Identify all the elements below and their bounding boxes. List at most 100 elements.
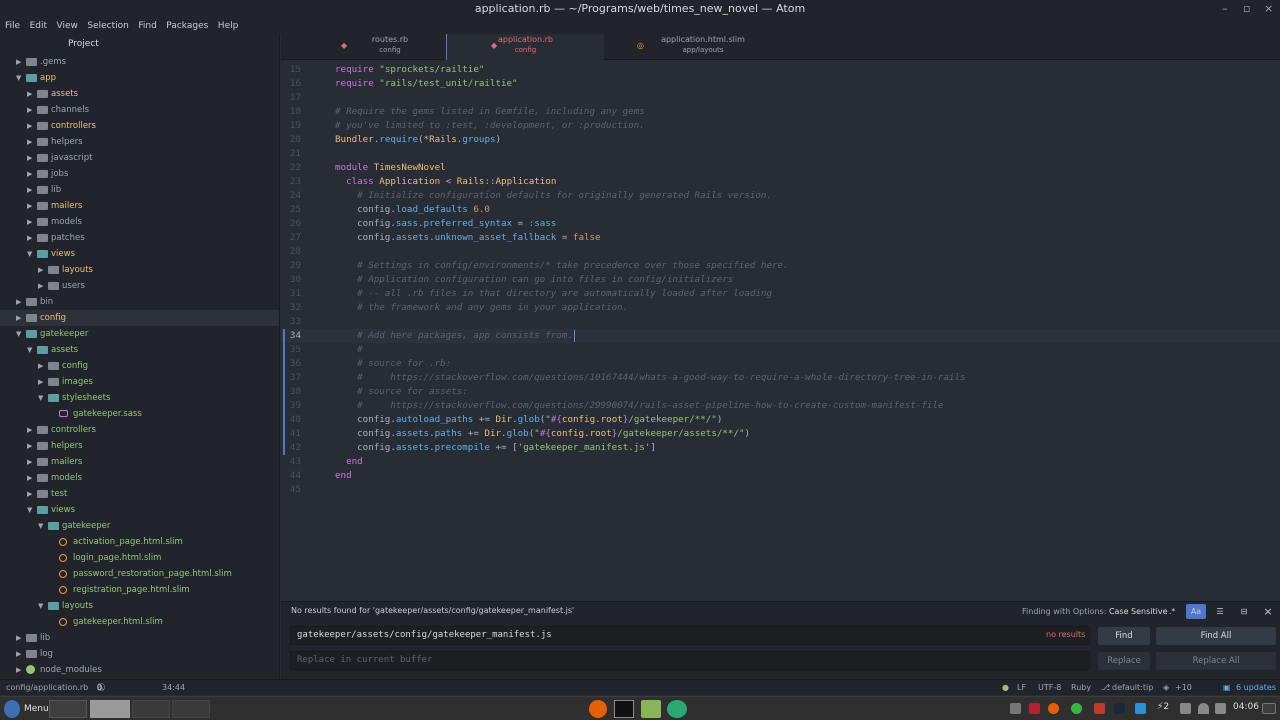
replace-all-button[interactable]: Replace All xyxy=(1156,652,1276,670)
tree-item[interactable]: ▼ gatekeeper xyxy=(0,326,279,342)
code-line[interactable]: 36 # source for .rb: xyxy=(281,357,1280,371)
maximize-icon[interactable]: ▫ xyxy=(1243,0,1250,18)
firefox-icon[interactable] xyxy=(589,700,607,718)
tree-item[interactable]: registration_page.html.slim xyxy=(0,582,279,598)
chevron-right-icon[interactable]: ▶ xyxy=(38,262,43,278)
tree-item[interactable]: ▶ config xyxy=(0,358,279,374)
code-line[interactable]: 30 # Application configuration can go in… xyxy=(281,273,1280,287)
chevron-right-icon[interactable]: ▶ xyxy=(27,118,32,134)
regex-toggle-button[interactable]: .* xyxy=(1162,604,1182,619)
tree-item[interactable]: ▶ controllers xyxy=(0,118,279,134)
chevron-right-icon[interactable]: ▶ xyxy=(27,438,32,454)
workspace-indicator-icon[interactable]: ⚡2 xyxy=(1157,702,1169,712)
whole-word-toggle-button[interactable]: ⊟ xyxy=(1234,604,1254,619)
chevron-right-icon[interactable]: ▶ xyxy=(16,646,21,662)
chrome-tray-icon[interactable] xyxy=(1071,703,1082,714)
code-line[interactable]: 42 config.assets.precompile += ['gatekee… xyxy=(281,441,1280,455)
show-desktop-icon[interactable] xyxy=(1262,703,1276,714)
replace-input[interactable]: Replace in current buffer xyxy=(290,651,1090,670)
find-all-button[interactable]: Find All xyxy=(1156,627,1276,645)
minimize-icon[interactable]: – xyxy=(1222,0,1228,18)
code-line[interactable]: 41 config.assets.paths += Dir.glob("#{co… xyxy=(281,427,1280,441)
code-editor[interactable]: 15 require "sprockets/railtie" 16 require "… xyxy=(281,60,1280,601)
firefox-tray-icon[interactable] xyxy=(1048,703,1059,714)
code-line[interactable]: 16 require "rails/test_unit/railtie" xyxy=(281,77,1280,91)
chevron-right-icon[interactable]: ▶ xyxy=(27,134,32,150)
tree-item[interactable]: ▶ node_modules xyxy=(0,662,279,678)
tray-app-2-icon[interactable] xyxy=(1135,703,1146,714)
tree-item[interactable]: ▶ .gems xyxy=(0,54,279,70)
chevron-down-icon[interactable]: ▼ xyxy=(38,518,43,534)
code-line[interactable]: 18 # Require the gems listed in Gemfile, … xyxy=(281,105,1280,119)
menu-find[interactable]: Find xyxy=(133,18,156,34)
chevron-right-icon[interactable]: ▶ xyxy=(27,214,32,230)
chevron-right-icon[interactable]: ▶ xyxy=(38,374,43,390)
code-line[interactable]: 45 xyxy=(281,483,1280,497)
chevron-right-icon[interactable]: ▶ xyxy=(27,470,32,486)
menu-help[interactable]: Help xyxy=(213,18,239,34)
tree-item[interactable]: ▼ stylesheets xyxy=(0,390,279,406)
code-line[interactable]: 33 xyxy=(281,315,1280,329)
code-line[interactable]: 15 require "sprockets/railtie" xyxy=(281,63,1280,77)
chevron-right-icon[interactable]: ▶ xyxy=(27,182,32,198)
code-line[interactable]: 22 module TimesNewNovel xyxy=(281,161,1280,175)
code-line[interactable]: 19 # you've limited to :test, :developmen… xyxy=(281,119,1280,133)
workspace-1[interactable] xyxy=(49,700,87,718)
tray-app-icon[interactable] xyxy=(1094,703,1105,714)
tree-item[interactable]: ▶ controllers xyxy=(0,422,279,438)
tree-item[interactable]: ▶ lib xyxy=(0,182,279,198)
diff-count[interactable]: +10 xyxy=(1175,680,1192,695)
tree-item[interactable]: ▶ mailers xyxy=(0,198,279,214)
code-line[interactable]: 40 config.autoload_paths += Dir.glob("#{… xyxy=(281,413,1280,427)
clipboard-icon[interactable] xyxy=(1180,703,1191,714)
code-line[interactable]: 25 config.load_defaults 6.0 xyxy=(281,203,1280,217)
grammar-selector[interactable]: Ruby xyxy=(1071,680,1091,695)
chevron-right-icon[interactable]: ▶ xyxy=(27,86,32,102)
branch-name[interactable]: default:tip xyxy=(1112,680,1153,695)
chevron-right-icon[interactable]: ▶ xyxy=(16,630,21,646)
tree-item[interactable]: ▶ layouts xyxy=(0,262,279,278)
chevron-down-icon[interactable]: ▼ xyxy=(27,246,32,262)
tree-item[interactable]: ▶ models xyxy=(0,470,279,486)
chevron-right-icon[interactable]: ▶ xyxy=(27,422,32,438)
tree-item[interactable]: ▶ patches xyxy=(0,230,279,246)
tree-item[interactable]: activation_page.html.slim xyxy=(0,534,279,550)
line-ending-selector[interactable]: LF xyxy=(1017,680,1026,695)
workspace-2[interactable] xyxy=(90,700,130,718)
code-line[interactable]: 17 xyxy=(281,91,1280,105)
code-line[interactable]: 37 # https://stackoverflow.com/questions… xyxy=(281,371,1280,385)
tree-item[interactable]: ▶ assets xyxy=(0,86,279,102)
code-line[interactable]: 35 # xyxy=(281,343,1280,357)
tree-item[interactable]: ▶ helpers xyxy=(0,438,279,454)
case-sensitive-toggle-button[interactable]: Aa xyxy=(1186,604,1206,619)
code-line[interactable]: 28 xyxy=(281,245,1280,259)
tree-item[interactable]: ▶ channels xyxy=(0,102,279,118)
tree-item[interactable]: ▼ views xyxy=(0,502,279,518)
clock[interactable]: 04:06 xyxy=(1233,702,1259,712)
fedora-logo-icon[interactable] xyxy=(4,700,20,718)
steam-icon[interactable] xyxy=(1114,703,1125,714)
tree-item[interactable]: ▼ layouts xyxy=(0,598,279,614)
code-line[interactable]: 43 end xyxy=(281,455,1280,469)
code-line[interactable]: 27 config.assets.unknown_asset_fallback … xyxy=(281,231,1280,245)
code-line[interactable]: 23 class Application < Rails::Applicatio… xyxy=(281,175,1280,189)
code-line[interactable]: 21 xyxy=(281,147,1280,161)
keyboard-layout-icon[interactable] xyxy=(1029,703,1040,714)
chevron-right-icon[interactable]: ▶ xyxy=(27,198,32,214)
code-line[interactable]: 29 # Settings in config/environments/* t… xyxy=(281,259,1280,273)
chevron-down-icon[interactable]: ▼ xyxy=(38,390,43,406)
menu-file[interactable]: File xyxy=(0,18,20,34)
tree-item[interactable]: ▶ bin xyxy=(0,294,279,310)
tab-application-html-slim[interactable]: ◎ application.html.slim app/layouts xyxy=(633,34,773,60)
workspace-3[interactable] xyxy=(132,700,170,718)
tree-item[interactable]: ▼ views xyxy=(0,246,279,262)
chevron-right-icon[interactable]: ▶ xyxy=(27,102,32,118)
tree-item[interactable]: gatekeeper.sass xyxy=(0,406,279,422)
tree-item[interactable]: ▶ helpers xyxy=(0,134,279,150)
terminal-icon[interactable] xyxy=(614,700,634,718)
tree-item[interactable]: login_page.html.slim xyxy=(0,550,279,566)
chevron-right-icon[interactable]: ▶ xyxy=(16,294,21,310)
chevron-right-icon[interactable]: ▶ xyxy=(27,150,32,166)
tree-item[interactable]: ▼ gatekeeper xyxy=(0,518,279,534)
tree-item[interactable]: ▶ test xyxy=(0,486,279,502)
